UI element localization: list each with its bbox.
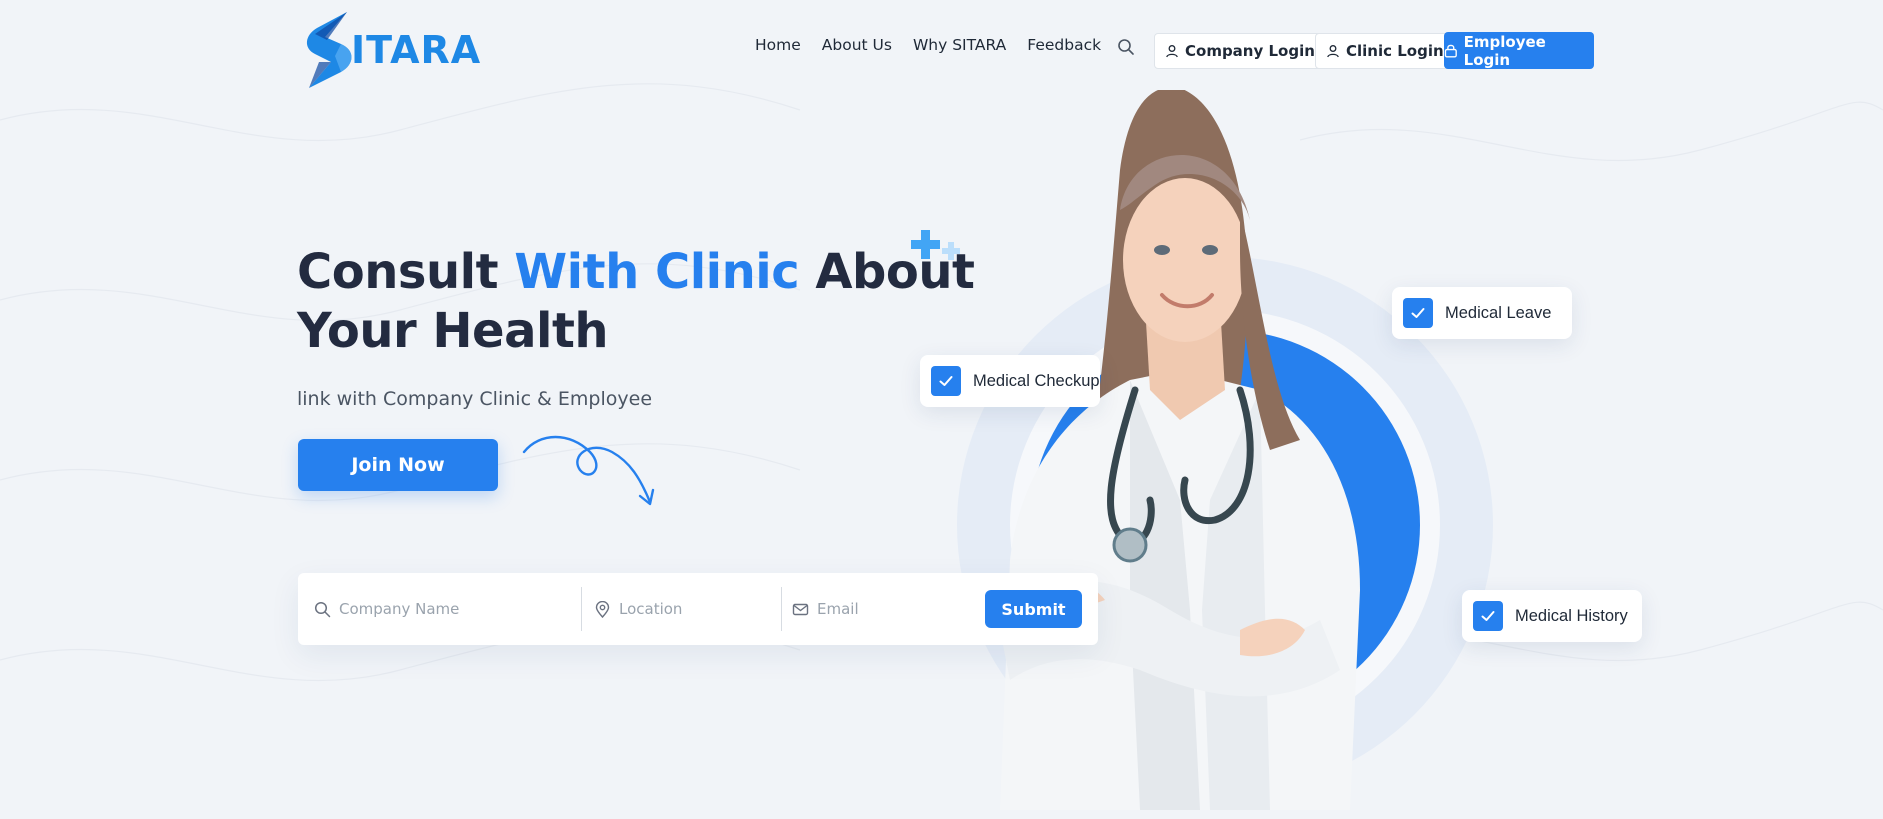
nav-about-us[interactable]: About Us <box>822 36 892 54</box>
user-icon <box>1166 45 1178 58</box>
clinic-login-button[interactable]: Clinic Login <box>1315 33 1457 69</box>
brand-name: ITARA <box>351 28 482 72</box>
employee-login-label: Employee Login <box>1463 32 1546 69</box>
hero-title-line2: Your Health <box>297 303 609 359</box>
clinic-login-label: Clinic Login <box>1346 42 1444 60</box>
nav-feedback[interactable]: Feedback <box>1027 36 1101 54</box>
mail-icon <box>792 603 809 615</box>
check-icon <box>1403 298 1433 328</box>
join-now-button[interactable]: Join Now <box>298 439 498 491</box>
company-login-label: Company Login <box>1185 42 1315 60</box>
hero-subtitle: link with Company Clinic & Employee <box>297 388 653 410</box>
logo-s-icon <box>306 12 352 88</box>
email-input[interactable] <box>817 600 977 618</box>
company-login-button[interactable]: Company Login <box>1154 33 1328 69</box>
badge-label: Medical History <box>1515 606 1628 625</box>
hero-title-accent: With Clinic <box>514 244 800 300</box>
field-divider <box>581 587 582 631</box>
plus-icon <box>911 230 960 260</box>
email-field <box>792 587 977 631</box>
badge-medical-checkup: Medical Checkup <box>920 355 1100 407</box>
doctor-illustration <box>957 90 1493 810</box>
location-field <box>594 587 769 631</box>
check-icon <box>931 366 961 396</box>
search-icon <box>314 601 331 617</box>
lock-icon <box>1444 44 1457 58</box>
badge-medical-history: Medical History <box>1462 590 1642 642</box>
lead-form: Submit <box>298 573 1098 645</box>
hero-title-part1: Consult <box>297 244 515 300</box>
submit-button[interactable]: Submit <box>985 590 1082 628</box>
badge-medical-leave: Medical Leave <box>1392 287 1572 339</box>
check-icon <box>1473 601 1503 631</box>
employee-login-button[interactable]: Employee Login <box>1444 32 1594 69</box>
map-pin-icon <box>595 600 610 618</box>
nav-why-sitara[interactable]: Why SITARA <box>913 36 1006 54</box>
company-name-input[interactable] <box>339 600 519 618</box>
brand-logo[interactable]: ITARA <box>297 10 481 90</box>
field-divider <box>781 587 782 631</box>
search-icon[interactable] <box>1117 38 1135 56</box>
main-nav: Home About Us Why SITARA Feedback <box>755 36 1122 54</box>
location-input[interactable] <box>619 600 769 618</box>
hero-title: Consult With Clinic About Your Health <box>297 243 975 361</box>
company-name-field <box>314 587 519 631</box>
user-icon <box>1327 45 1339 58</box>
curly-arrow-icon <box>522 435 655 506</box>
badge-label: Medical Checkup <box>973 371 1100 390</box>
nav-home[interactable]: Home <box>755 36 801 54</box>
site-header: ITARA Home About Us Why SITARA Feedback … <box>0 0 1883 100</box>
badge-label: Medical Leave <box>1445 303 1552 322</box>
